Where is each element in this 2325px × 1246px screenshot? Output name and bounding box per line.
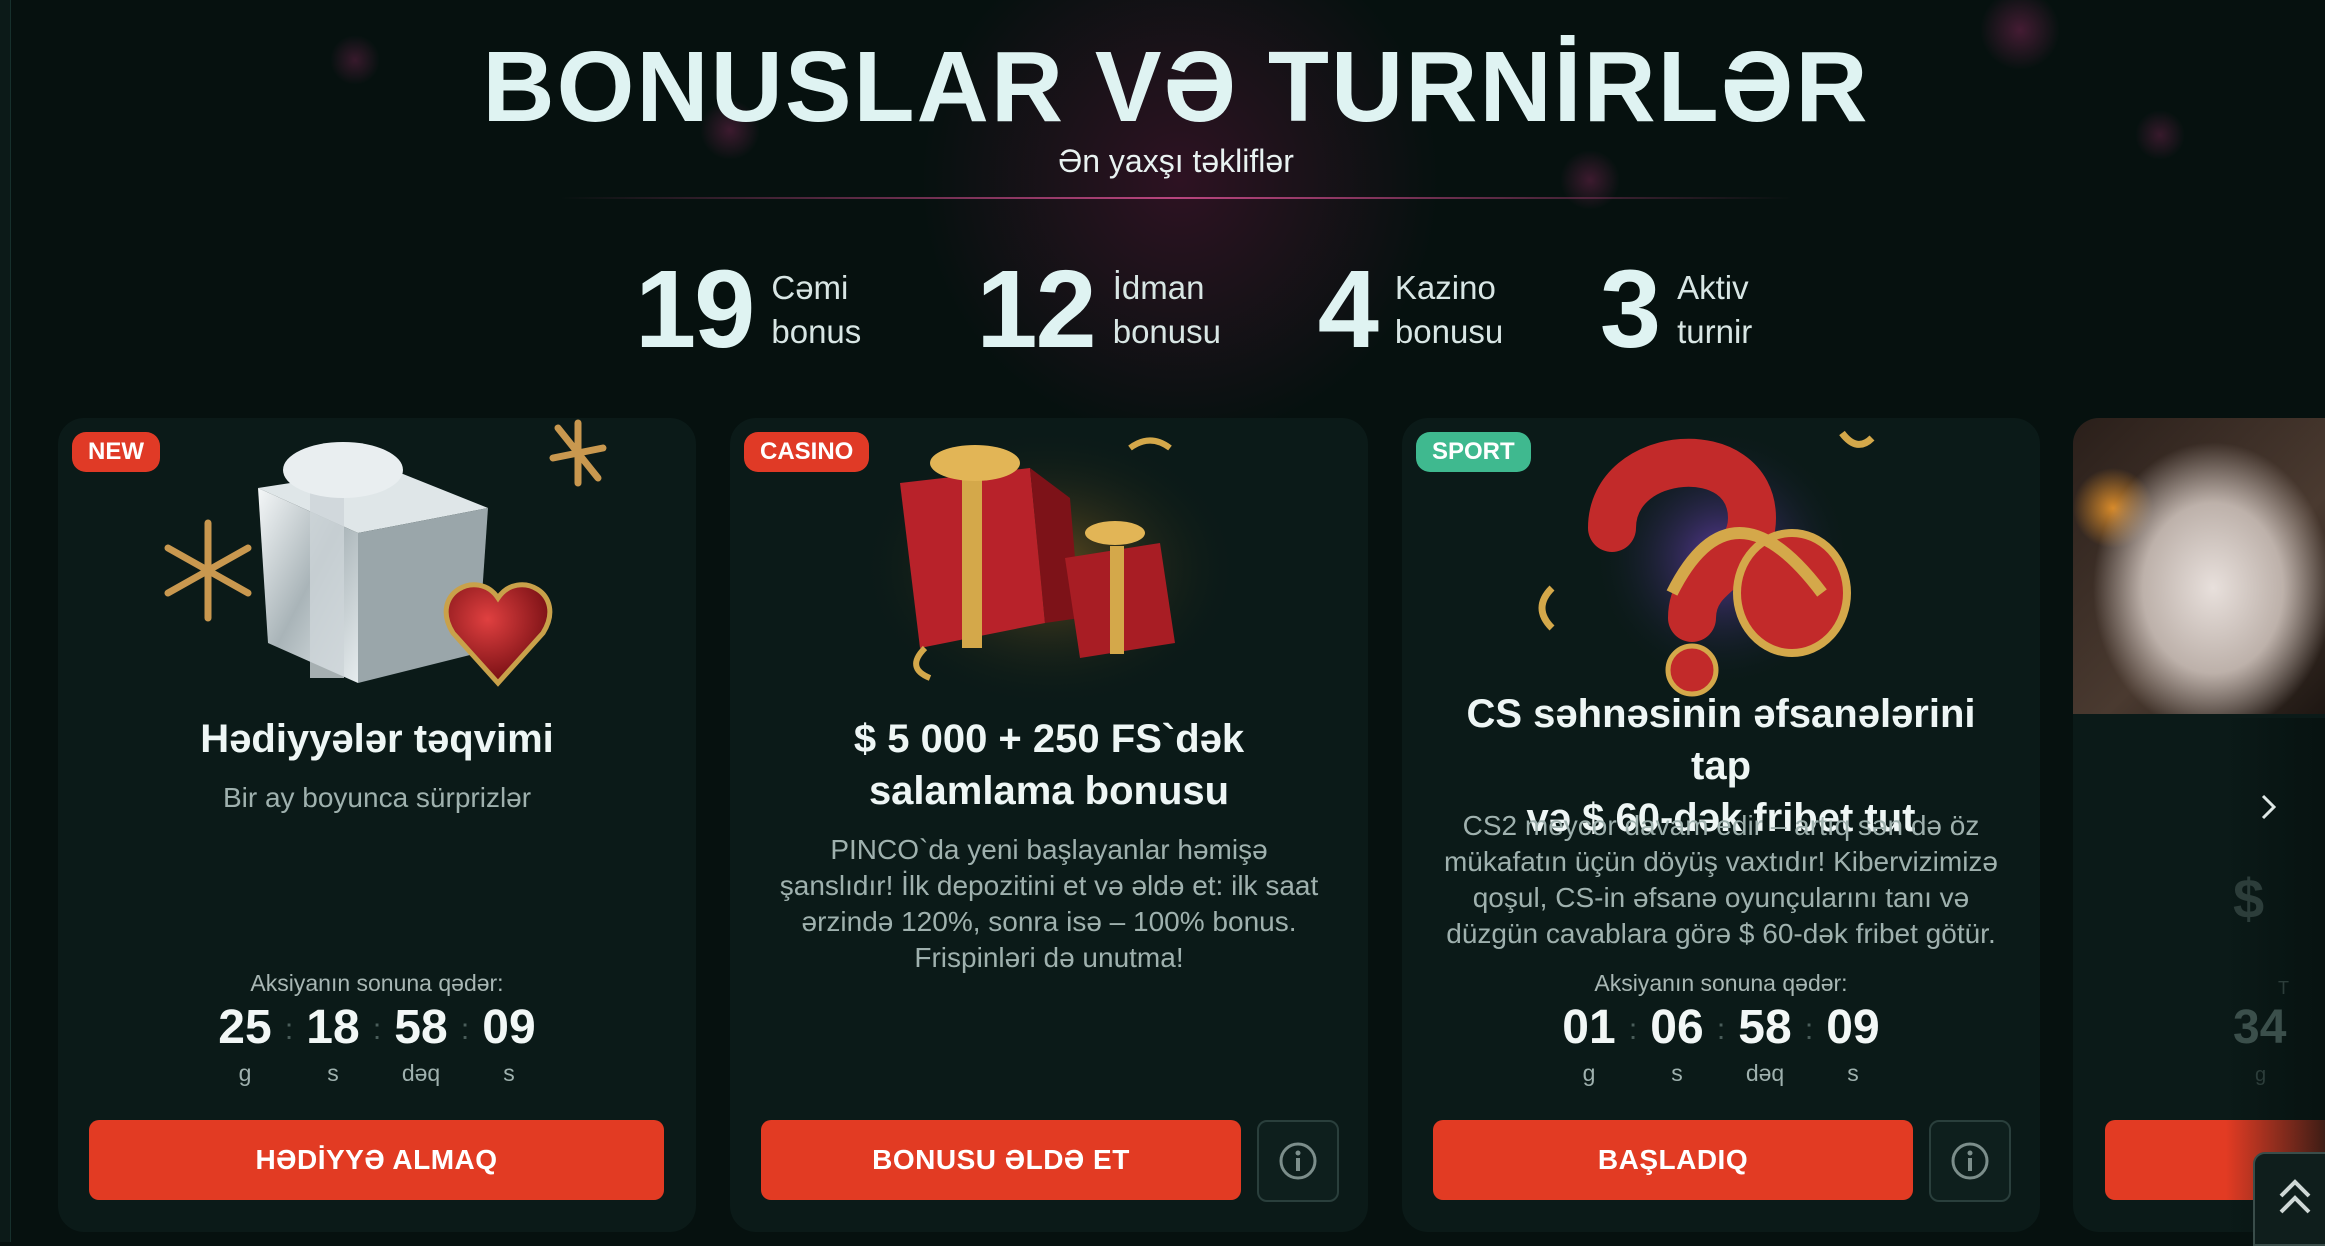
timer-minutes: 58 dəq [1738,1001,1792,1086]
info-icon [1951,1142,1989,1180]
double-chevron-up-icon [2279,1179,2311,1214]
countdown-timer: 01 g : 06 s : 58 dəq : 09 s [1402,1000,2040,1087]
stat-label: Kazino bonusu [1394,269,1504,350]
stat-sport-bonus: 12 İdman bonusu [976,255,1222,365]
bonus-card-partial[interactable]: $ T 34 g [2073,418,2325,1232]
card-title: $ 5 000 + 250 FS`dək salamlama bonusu [853,717,1245,813]
badge-sport: SPORT [1416,432,1531,472]
promo-photo [2073,418,2325,714]
timer-seconds: 09 s [1826,1001,1880,1086]
info-button[interactable] [1929,1120,2011,1202]
timer-minutes: 58 dəq [394,1001,448,1086]
stat-casino-bonus: 4 Kazino bonusu [1318,255,1505,365]
stat-value: 19 [635,248,755,371]
bonus-card-cs-legends[interactable]: SPORT CS səhnəsinin əfsanələrini tap və $… [1402,418,2040,1232]
info-button[interactable] [1257,1120,1339,1202]
timer-hours: 18 s [306,1001,360,1086]
left-edge [0,0,11,1242]
timer-separator: : [460,1013,470,1046]
timer-separator: : [1628,1013,1638,1046]
header-divider [560,197,1792,199]
scroll-to-top-button[interactable] [2253,1152,2325,1246]
badge-casino: CASINO [744,432,870,472]
stat-label: Cəmi bonus [771,269,862,350]
timer-days: 25 g [218,1001,272,1086]
chevron-right-icon[interactable] [2253,792,2283,822]
partial-timer-value: 34 [2233,1001,2287,1054]
get-gift-button[interactable]: HƏDİYYƏ ALMAQ [89,1120,664,1200]
bonus-card-gift-calendar[interactable]: NEW Hədiyyələr təqvimi Bir ay boyunca sü… [58,418,696,1232]
stat-value: 3 [1599,248,1661,371]
timer-seconds: 09 s [482,1001,536,1086]
partial-amount: $ [2233,867,2265,930]
card-title: Hədiyyələr təqvimi [200,717,554,761]
stat-label: İdman bonusu [1112,269,1221,350]
page-subtitle: Ən yaxşı təkliflər [1058,143,1294,179]
stat-label: Aktiv turnir [1677,269,1753,350]
partial-timer-unit: g [2255,1064,2267,1086]
timer-separator: : [284,1013,294,1046]
timer-days: 01 g [1562,1001,1616,1086]
get-bonus-button[interactable]: BONUSU ƏLDƏ ET [761,1120,1241,1200]
page-title: BONUSLAR VƏ TURNİRLƏR [482,31,1870,143]
info-icon [1279,1142,1317,1180]
start-button[interactable]: BAŞLADIQ [1433,1120,1913,1200]
card-description: PINCO`da yeni başlayanlar həmişə şanslıd… [779,834,1319,973]
timer-hours: 06 s [1650,1001,1704,1086]
stat-value: 12 [976,248,1096,371]
timer-separator: : [1804,1013,1814,1046]
timer-label: Aksiyanın sonuna qədər: [250,970,504,996]
timer-label: Aksiyanın sonuna qədər: [1594,970,1848,996]
card-description: CS2 meycor davam edir – artıq sən də öz … [1443,810,1998,949]
badge-new: NEW [72,432,160,472]
partial-timer-label: T [2278,978,2289,998]
stats-bar: 19 Cəmi bonus 12 İdman bonusu 4 Kazino bonu… [635,255,1882,365]
stat-value: 4 [1317,248,1379,371]
timer-separator: : [1716,1013,1726,1046]
timer-separator: : [372,1013,382,1046]
card-description: Bir ay boyunca sürprizlər [222,782,532,813]
bonus-card-welcome[interactable]: CASINO $ 5 000 + 250 FS`dək salamlama bon… [730,418,1368,1232]
stat-total-bonus: 19 Cəmi bonus [635,255,881,365]
stat-active-tournaments: 3 Aktiv turnir [1600,255,1787,365]
countdown-timer: 25 g : 18 s : 58 dəq : 09 s [58,1000,696,1087]
